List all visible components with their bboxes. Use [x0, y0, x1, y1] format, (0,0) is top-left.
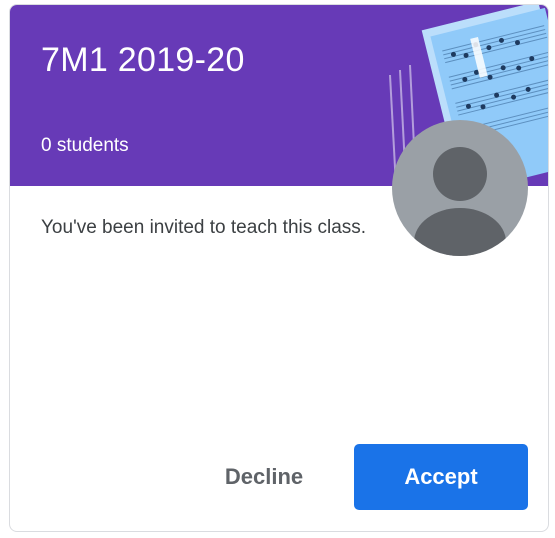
student-count: 0 students	[41, 135, 129, 156]
default-user-avatar-icon	[392, 120, 528, 256]
class-title[interactable]: 7M1 2019-20	[41, 41, 245, 80]
decline-button[interactable]: Decline	[202, 444, 326, 510]
invitation-message: You've been invited to teach this class.	[41, 217, 367, 238]
class-invitation-card: 7M1 2019-20 0 students You've been invit…	[9, 4, 549, 532]
accept-button[interactable]: Accept	[354, 444, 528, 510]
